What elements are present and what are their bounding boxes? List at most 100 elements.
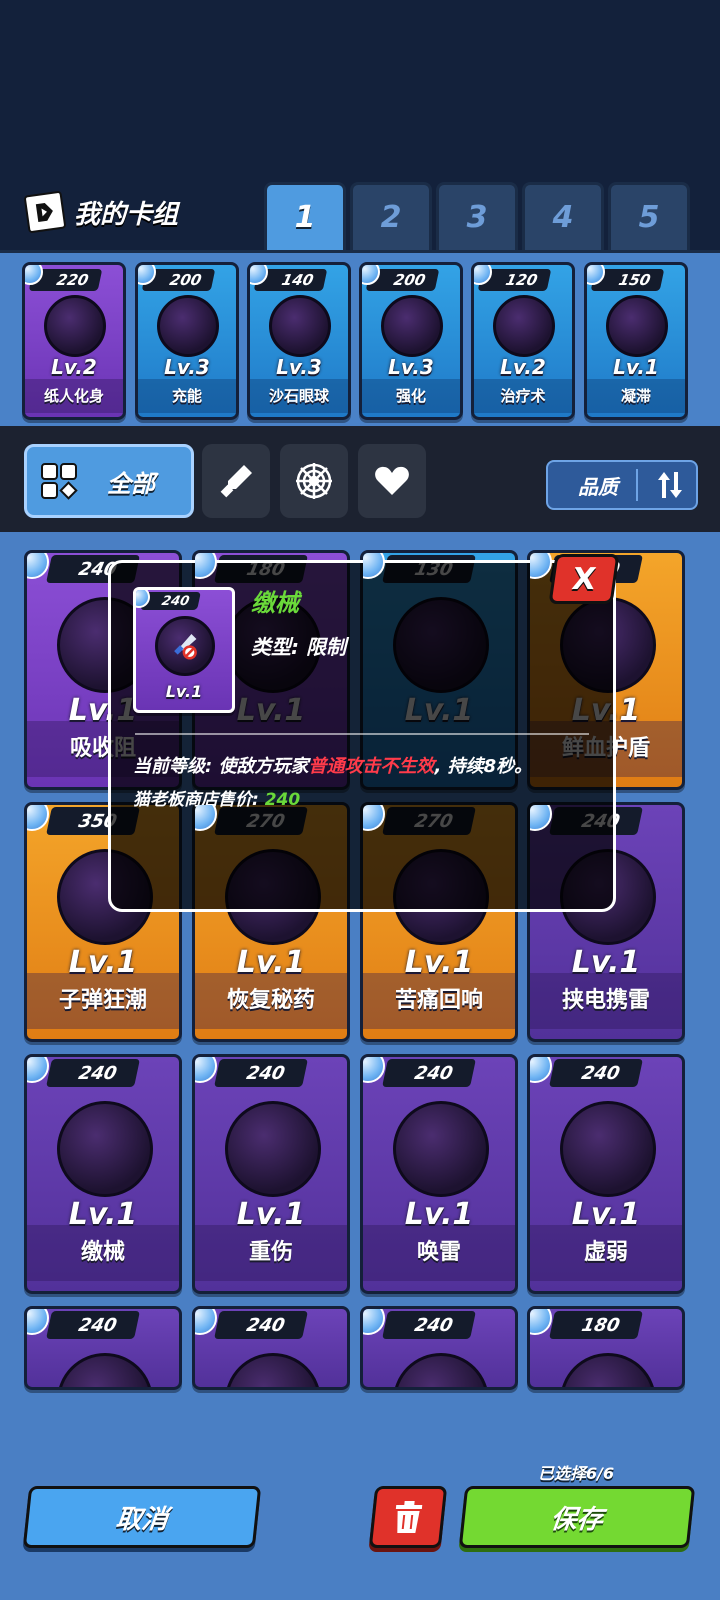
card-level: Lv.2 <box>51 355 97 379</box>
cost-tag: 240 <box>382 1311 476 1339</box>
collection-card[interactable]: 240 <box>192 1306 350 1390</box>
collection-card[interactable]: 240 Lv.1 重伤 <box>192 1054 350 1294</box>
card-level: Lv.3 <box>388 355 434 379</box>
cost-tag: 240 <box>214 1059 308 1087</box>
card-name: 凝滞 <box>587 379 685 413</box>
skill-icon <box>560 1101 656 1197</box>
selected-count: 已选择6/6 <box>538 1464 615 1483</box>
skill-icon <box>225 1101 321 1197</box>
card-name: 重伤 <box>195 1225 347 1281</box>
skill-icon <box>157 295 219 357</box>
popup-price: 猫老板商店售价: 240 <box>133 785 300 810</box>
card-name: 纸人化身 <box>25 379 123 413</box>
cost-gem-icon <box>27 1309 49 1335</box>
deck-card[interactable]: 200 Lv.3 强化 <box>359 262 463 420</box>
popup-title: 缴械 <box>251 589 299 617</box>
cost-gem-icon <box>530 1309 552 1335</box>
popup-card-preview: 240 Lv.1 <box>133 587 235 713</box>
card-detail-popup: 240 Lv.1 缴械 类型: 限制 当前等级: 使敌方玩家普通攻击不生效, 持… <box>108 560 616 912</box>
cancel-button[interactable]: 取消 <box>22 1486 262 1548</box>
deck-tab-1[interactable]: 1 <box>264 182 346 250</box>
card-name: 虚弱 <box>530 1225 682 1281</box>
collection-card[interactable]: 180 <box>527 1306 685 1390</box>
filter-all-button[interactable]: 全部 <box>24 444 194 518</box>
cost-tag: 240 <box>382 1059 476 1087</box>
skill-icon <box>225 1353 321 1387</box>
quality-label: 品质 <box>578 474 618 499</box>
cost-gem-icon <box>363 1309 385 1335</box>
cost-tag: 240 <box>549 1059 643 1087</box>
cost-gem-icon <box>195 1057 217 1083</box>
skill-icon <box>57 1353 153 1387</box>
card-level: Lv.3 <box>164 355 210 379</box>
desc-prefix: 当前等级: 使敌方玩家 <box>133 756 309 777</box>
deck-card[interactable]: 120 Lv.2 治疗术 <box>471 262 575 420</box>
skill-icon <box>57 1101 153 1197</box>
card-name: 缴械 <box>27 1225 179 1281</box>
cost-gem-icon <box>530 1057 552 1083</box>
deck-card[interactable]: 150 Lv.1 凝滞 <box>584 262 688 420</box>
skill-icon <box>269 295 331 357</box>
sort-arrows-icon <box>658 472 682 498</box>
deck-card[interactable]: 140 Lv.3 沙石眼球 <box>247 262 351 420</box>
popup-description: 当前等级: 使敌方玩家普通攻击不生效, 持续8秒。 <box>133 753 603 781</box>
heart-icon <box>375 466 409 495</box>
collection-card[interactable]: 240 <box>360 1306 518 1390</box>
price-value: 240 <box>264 790 301 810</box>
card-name: 唤雷 <box>363 1225 515 1281</box>
filter-all-label: 全部 <box>107 469 155 498</box>
filter-heal-button[interactable] <box>358 444 426 518</box>
cost-gem-icon <box>27 805 49 831</box>
web-icon <box>296 463 332 499</box>
deck-tab-3[interactable]: 3 <box>436 182 518 250</box>
card-level: Lv.3 <box>276 355 322 379</box>
card-name: 强化 <box>362 379 460 413</box>
deck-tab-5[interactable]: 5 <box>608 182 690 250</box>
cost-gem-icon <box>27 1057 49 1083</box>
skill-icon <box>560 1353 656 1387</box>
deck-tab-2[interactable]: 2 <box>350 182 432 250</box>
card-name: 恢复秘药 <box>195 973 347 1029</box>
deck-tabs: 1 2 3 4 5 <box>264 182 690 250</box>
card-name: 苦痛回响 <box>363 973 515 1029</box>
popup-divider <box>135 733 589 735</box>
cost-tag: 180 <box>549 1311 643 1339</box>
deck-title-text: 我的卡组 <box>74 199 179 230</box>
close-popup-button[interactable]: X <box>548 554 620 604</box>
disarm-icon <box>155 616 215 676</box>
skill-icon <box>44 295 106 357</box>
deck-tab-4[interactable]: 4 <box>522 182 604 250</box>
grid-icon <box>41 463 78 500</box>
desc-highlight: 普通攻击不生效 <box>308 756 435 777</box>
save-button[interactable]: 保存 <box>458 1486 696 1548</box>
cost-tag: 240 <box>46 1311 140 1339</box>
card-name: 充能 <box>138 379 236 413</box>
desc-suffix: , 持续8秒。 <box>434 756 533 777</box>
skill-icon <box>606 295 668 357</box>
filter-control-button[interactable] <box>280 444 348 518</box>
skill-icon <box>393 1353 489 1387</box>
sword-icon <box>220 465 252 498</box>
skill-icon <box>393 1101 489 1197</box>
deck-title: 我的卡组 <box>23 190 179 234</box>
collection-card[interactable]: 240 <box>24 1306 182 1390</box>
quality-sort-button[interactable]: 品质 <box>546 460 698 510</box>
card-name: 沙石眼球 <box>250 379 348 413</box>
collection-card[interactable]: 240 Lv.1 虚弱 <box>527 1054 685 1294</box>
popup-card-level: Lv.1 <box>165 682 203 701</box>
cost-gem-icon <box>195 1309 217 1335</box>
trash-icon <box>395 1501 423 1533</box>
skill-icon <box>381 295 443 357</box>
cost-tag: 240 <box>46 1059 140 1087</box>
deck-card[interactable]: 220 Lv.2 纸人化身 <box>22 262 126 420</box>
collection-card[interactable]: 240 Lv.1 唤雷 <box>360 1054 518 1294</box>
cards-icon <box>23 190 67 234</box>
filter-attack-button[interactable] <box>202 444 270 518</box>
card-level: Lv.1 <box>613 355 659 379</box>
card-name: 子弹狂潮 <box>27 973 179 1029</box>
card-level: Lv.2 <box>500 355 546 379</box>
divider <box>636 469 638 501</box>
collection-card[interactable]: 240 Lv.1 缴械 <box>24 1054 182 1294</box>
deck-card[interactable]: 200 Lv.3 充能 <box>135 262 239 420</box>
clear-deck-button[interactable] <box>368 1486 448 1548</box>
